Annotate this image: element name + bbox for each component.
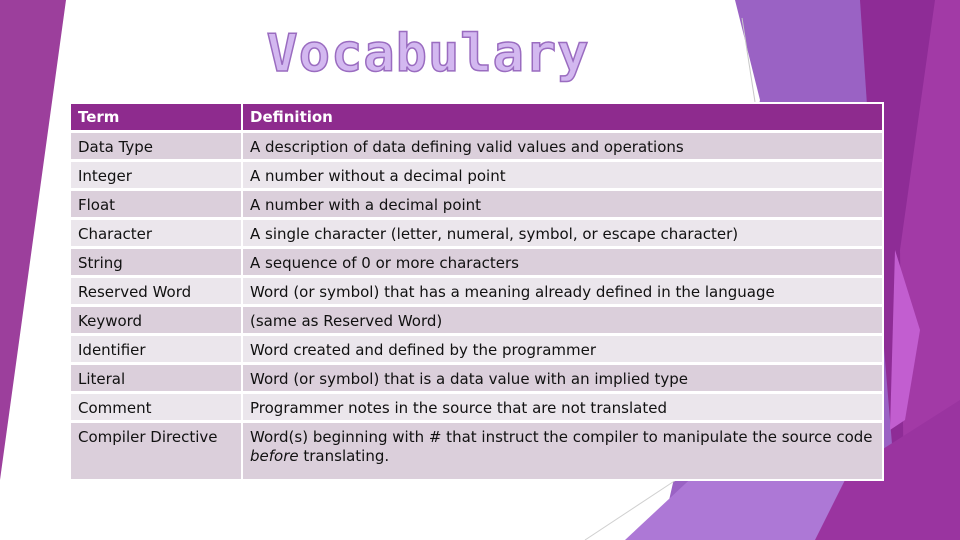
header-term: Term	[71, 104, 243, 133]
term-cell: Integer	[71, 162, 243, 191]
term-cell: Keyword	[71, 307, 243, 336]
table-row: Float A number with a decimal point	[71, 191, 882, 220]
term-cell: String	[71, 249, 243, 278]
slide-title: Vocabulary	[266, 23, 590, 85]
table-row: Data Type A description of data defining…	[71, 133, 882, 162]
table-header-row: Term Definition	[71, 104, 882, 133]
term-cell: Literal	[71, 365, 243, 394]
term-cell: Data Type	[71, 133, 243, 162]
definition-cell: Word (or symbol) that has a meaning alre…	[243, 278, 882, 307]
table-row: Compiler Directive Word(s) beginning wit…	[71, 423, 882, 479]
definition-text-end: translating.	[298, 447, 390, 465]
table-row: Reserved Word Word (or symbol) that has …	[71, 278, 882, 307]
definition-cell: A number without a decimal point	[243, 162, 882, 191]
definition-cell: Word (or symbol) that is a data value wi…	[243, 365, 882, 394]
term-cell: Reserved Word	[71, 278, 243, 307]
definition-cell: Word(s) beginning with # that instruct t…	[243, 423, 882, 479]
term-cell: Comment	[71, 394, 243, 423]
term-cell: Compiler Directive	[71, 423, 243, 479]
vocabulary-table: Term Definition Data Type A description …	[69, 102, 884, 481]
header-definition: Definition	[243, 104, 882, 133]
definition-cell: A number with a decimal point	[243, 191, 882, 220]
term-cell: Float	[71, 191, 243, 220]
table-row: Character A single character (letter, nu…	[71, 220, 882, 249]
definition-cell: Programmer notes in the source that are …	[243, 394, 882, 423]
table-row: Literal Word (or symbol) that is a data …	[71, 365, 882, 394]
table-row: String A sequence of 0 or more character…	[71, 249, 882, 278]
definition-cell: A description of data defining valid val…	[243, 133, 882, 162]
term-cell: Character	[71, 220, 243, 249]
definition-cell: Word created and defined by the programm…	[243, 336, 882, 365]
definition-cell: A single character (letter, numeral, sym…	[243, 220, 882, 249]
definition-cell: A sequence of 0 or more characters	[243, 249, 882, 278]
definition-text: Word(s) beginning with # that instruct t…	[250, 428, 873, 446]
term-cell: Identifier	[71, 336, 243, 365]
definition-emphasis: before	[250, 447, 299, 465]
definition-cell: (same as Reserved Word)	[243, 307, 882, 336]
table-row: Identifier Word created and defined by t…	[71, 336, 882, 365]
table-row: Comment Programmer notes in the source t…	[71, 394, 882, 423]
table-row: Keyword (same as Reserved Word)	[71, 307, 882, 336]
table-row: Integer A number without a decimal point	[71, 162, 882, 191]
